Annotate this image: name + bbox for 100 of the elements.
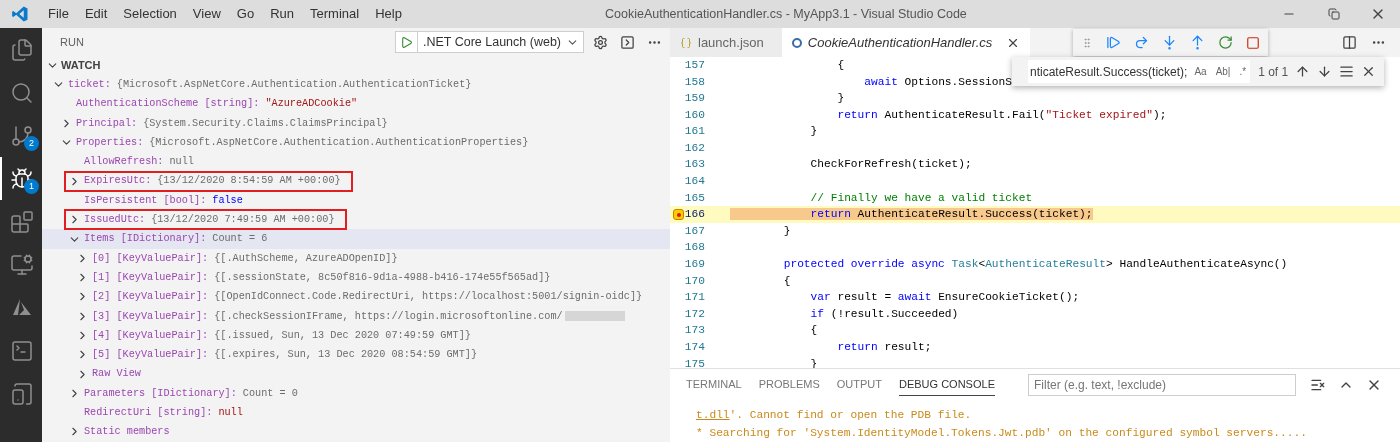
variable-label: AuthenticationScheme [string]: "AzureADCookie"	[76, 97, 358, 112]
branch-icon	[10, 123, 34, 148]
settings-icon[interactable]	[593, 34, 608, 50]
find-input[interactable]: nticateResult.Success(ticket); Aa Ab| .*	[1028, 60, 1251, 83]
code-line: {	[836, 57, 845, 73]
monitor-icon	[10, 252, 34, 277]
menu-item[interactable]: Selection	[115, 4, 185, 24]
file-link[interactable]: t.dll	[696, 409, 730, 421]
csharp-file-icon	[791, 37, 802, 48]
menu-item[interactable]: Edit	[76, 4, 116, 24]
code-line: return AuthenticateResult.Success(ticket);	[730, 206, 1093, 224]
code-line: CheckForRefresh(ticket);	[809, 157, 972, 173]
watch-row[interactable]: Principal: {System.Security.Claims.ClaimsPrincipal}	[42, 113, 670, 133]
menu-item[interactable]: Help	[367, 4, 410, 24]
line-number: 172	[684, 306, 705, 322]
watch-row[interactable]: [0] [KeyValuePair]: {[.AuthScheme, AzureADOpenID]}	[42, 248, 670, 268]
variable-label: [1] [KeyValuePair]: {[.sessionState, 8c50f816-9d1a-4988-b416-174e55f565ad]}	[92, 270, 551, 285]
watch-row[interactable]: Items [IDictionary]: Count = 6	[42, 229, 670, 249]
watch-row[interactable]: ExpiresUtc: {13/12/2020 8:54:59 AM +00:00}	[42, 171, 670, 191]
braces-icon	[680, 36, 692, 49]
find-option-toggle[interactable]: Ab|	[1213, 64, 1233, 79]
menu-item[interactable]: Run	[262, 4, 302, 24]
close-icon[interactable]	[1361, 64, 1376, 79]
restore-icon[interactable]	[1328, 8, 1340, 20]
continue-icon[interactable]	[1106, 35, 1121, 50]
clear-console-icon[interactable]	[1310, 377, 1326, 393]
variable-label: ticket: {Microsoft.AspNetCore.Authentication.AuthenticationTicket}	[68, 78, 472, 92]
launch-config-select[interactable]: .NET Core Launch (web)	[394, 31, 584, 53]
editor-tab[interactable]: launch.json	[670, 28, 782, 57]
find-input-value: nticateResult.Success(ticket);	[1030, 63, 1188, 81]
watch-row[interactable]: Properties: {Microsoft.AspNetCore.Authentication.AuthenticationProperties}	[42, 132, 670, 153]
line-number: 171	[684, 290, 705, 306]
activity-item[interactable]: 2	[0, 114, 42, 157]
watch-row[interactable]: IsPersistent [bool]: false	[42, 190, 670, 211]
watch-row[interactable]: [2] [KeyValuePair]: {[OpenIdConnect.Code.RedirectUri, https://localhost:5001/signin-oidc]}	[42, 287, 670, 307]
code-line: var result = await EnsureCookieTicket();	[809, 290, 1080, 306]
console-output-line: t.dll'. Cannot find or open the PDB file.	[696, 408, 973, 423]
step-out-icon[interactable]	[1190, 35, 1205, 50]
find-in-selection-icon[interactable]	[1339, 64, 1354, 79]
watch-row[interactable]: ticket: {Microsoft.AspNetCore.Authentication.AuthenticationTicket}	[42, 75, 670, 95]
restart-icon[interactable]	[1218, 35, 1233, 50]
variable-label: AllowRefresh: null	[84, 155, 194, 170]
device-icon	[10, 381, 34, 406]
watch-row[interactable]: Raw View	[42, 364, 670, 384]
watch-row[interactable]: [1] [KeyValuePair]: {[.sessionState, 8c50f816-9d1a-4988-b416-174e55f565ad]}	[42, 267, 670, 288]
step-over-icon[interactable]	[1134, 35, 1149, 50]
panel-tab[interactable]: DEBUG CONSOLE	[899, 374, 995, 396]
watch-row[interactable]: Static members	[42, 422, 670, 442]
play-icon[interactable]	[399, 35, 413, 49]
split-editor-icon[interactable]	[1342, 35, 1357, 50]
next-match-icon[interactable]	[1317, 64, 1332, 79]
line-number: 175	[684, 356, 705, 372]
watch-row[interactable]: [3] [KeyValuePair]: {[.checkSessionIFrame, https://login.microsoftonline.com/	[42, 306, 670, 326]
menu-item[interactable]: Terminal	[302, 4, 368, 24]
line-number: 173	[684, 323, 705, 339]
menu-item[interactable]: Go	[228, 4, 263, 24]
line-number: 164	[684, 174, 705, 190]
filter-field[interactable]: Filter (e.g. text, !exclude)	[1027, 374, 1296, 396]
find-option-toggle[interactable]: .*	[1237, 64, 1249, 79]
panel-tab[interactable]: OUTPUT	[836, 374, 882, 396]
panel-tab[interactable]: TERMINAL	[686, 374, 742, 396]
code-line: await Options.SessionS	[863, 74, 1012, 90]
menu-item[interactable]: View	[184, 4, 229, 24]
line-number: 165	[684, 190, 705, 206]
watch-row[interactable]: IssuedUtc: {13/12/2020 7:49:59 AM +00:00}	[42, 210, 670, 230]
watch-row[interactable]: [5] [KeyValuePair]: {[.expires, Sun, 13 Dec 2020 08:54:59 GMT]}	[42, 345, 670, 365]
variable-label: [3] [KeyValuePair]: {[.checkSessionIFrame, https://login.microsoftonline.com/	[92, 309, 563, 324]
panel-tab[interactable]: PROBLEMS	[758, 374, 820, 396]
stop-icon[interactable]	[1246, 35, 1260, 50]
variable-label: ExpiresUtc: {13/12/2020 8:54:59 AM +00:00}	[84, 174, 341, 189]
watch-row[interactable]: Parameters [IDictionary]: Count = 0	[42, 383, 670, 404]
blocks-icon	[10, 209, 34, 234]
drag-handle-icon[interactable]	[1081, 36, 1093, 49]
launch-config-label: .NET Core Launch (web)	[421, 33, 562, 51]
watch-row[interactable]: AuthenticationScheme [string]: "AzureADCookie"	[42, 94, 670, 114]
line-number: 160	[684, 107, 705, 123]
previous-match-icon[interactable]	[1295, 64, 1310, 79]
watch-row[interactable]: AllowRefresh: null	[42, 152, 670, 172]
variable-label: Items [IDictionary]: Count = 6	[84, 232, 268, 247]
variable-label: [2] [KeyValuePair]: {[OpenIdConnect.Code.RedirectUri, https://localhost:5001/signin-oidc]}	[92, 290, 643, 305]
variable-label: [5] [KeyValuePair]: {[.expires, Sun, 13 Dec 2020 08:54:59 GMT]}	[92, 348, 478, 363]
app-logo-icon	[11, 5, 29, 23]
editor-tab[interactable]: CookieAuthenticationHandler.cs	[781, 28, 1031, 57]
step-into-icon[interactable]	[1162, 35, 1177, 50]
debug-console-icon[interactable]	[620, 34, 635, 50]
code-line: // Finally we have a valid ticket	[809, 190, 1033, 206]
variable-label: Raw View	[92, 367, 141, 382]
code-line: protected override async Task<AuthenticateResult> HandleAuthenticateAsync()	[782, 257, 1288, 273]
variable-label: [4] [KeyValuePair]: {[.issued, Sun, 13 Dec 2020 07:49:59 GMT]}	[92, 328, 471, 343]
line-number: 168	[684, 240, 705, 256]
watch-row[interactable]: [4] [KeyValuePair]: {[.issued, Sun, 13 Dec 2020 07:49:59 GMT]}	[42, 325, 670, 346]
watch-section-header[interactable]: WATCH	[42, 56, 670, 75]
files-icon	[10, 37, 34, 62]
find-option-toggle[interactable]: Aa	[1192, 64, 1209, 79]
bug-icon	[10, 166, 34, 191]
code-line: {	[809, 323, 818, 339]
variable-label: RedirectUri [string]: null	[84, 406, 243, 421]
menu-item[interactable]: File	[40, 4, 77, 24]
watch-row[interactable]: RedirectUri [string]: null	[42, 403, 670, 423]
line-number: 161	[684, 124, 705, 140]
